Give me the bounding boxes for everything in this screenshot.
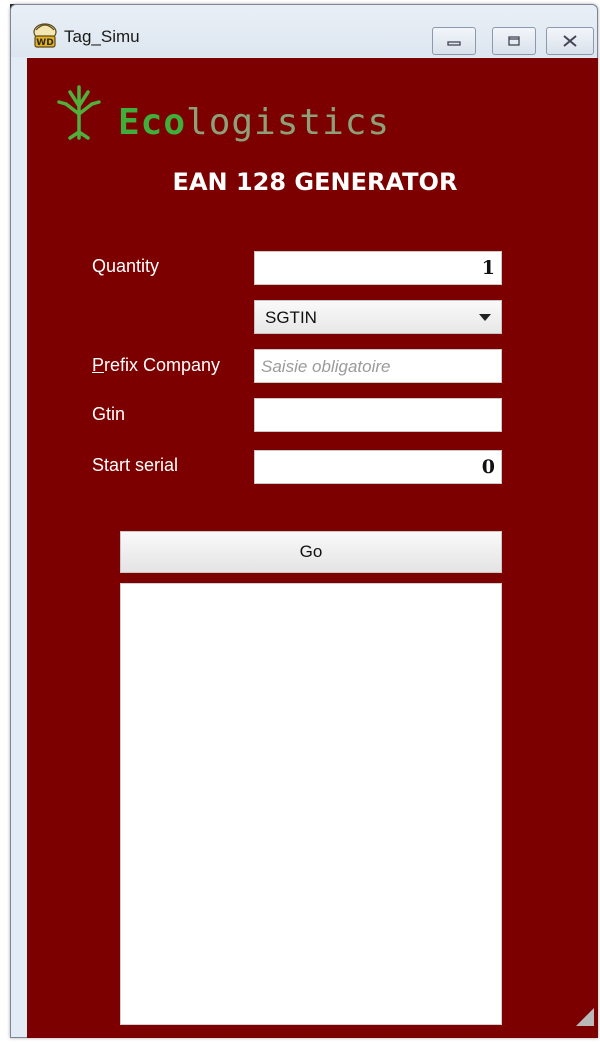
maximize-icon xyxy=(508,36,520,46)
prefix-label-mnemonic: P xyxy=(92,355,105,375)
logo-text: Ecologistics xyxy=(118,102,390,143)
svg-text:WD: WD xyxy=(36,38,53,48)
start-serial-label: Start serial xyxy=(92,455,179,475)
start-serial-field[interactable] xyxy=(254,450,502,484)
gtin-field[interactable] xyxy=(254,398,502,432)
window-title: Tag_Simu xyxy=(64,27,140,46)
logo-text-rest: logistics xyxy=(186,102,391,143)
quantity-input[interactable] xyxy=(255,252,501,284)
wd-app-icon: WD xyxy=(33,23,57,48)
chevron-down-icon xyxy=(479,314,491,321)
prefix-company-field[interactable] xyxy=(254,349,502,383)
prefix-company-input[interactable] xyxy=(255,350,501,382)
quantity-label: Quantity xyxy=(92,256,160,276)
type-select-value: SGTIN xyxy=(265,308,317,327)
minimize-icon xyxy=(447,41,461,46)
type-select[interactable]: SGTIN xyxy=(254,300,502,334)
close-button[interactable] xyxy=(546,27,594,55)
prefix-company-label: Prefix Company xyxy=(92,355,220,376)
resize-grip-icon[interactable] xyxy=(576,1006,594,1026)
quantity-field[interactable] xyxy=(254,251,502,285)
minimize-button[interactable] xyxy=(432,27,476,55)
maximize-button[interactable] xyxy=(492,27,536,55)
logo-text-brand: Eco xyxy=(118,102,187,143)
start-serial-input[interactable] xyxy=(255,451,501,483)
prefix-label-rest: refix Company xyxy=(104,355,221,375)
page-title: EAN 128 GENERATOR xyxy=(172,168,458,196)
go-button[interactable]: Go xyxy=(120,531,502,573)
tree-icon xyxy=(57,85,101,140)
close-icon xyxy=(563,35,577,47)
output-area[interactable] xyxy=(120,583,502,1025)
gtin-label: Gtin xyxy=(92,404,126,424)
gtin-input[interactable] xyxy=(255,399,501,431)
ecologistics-logo: Ecologistics xyxy=(54,82,394,143)
